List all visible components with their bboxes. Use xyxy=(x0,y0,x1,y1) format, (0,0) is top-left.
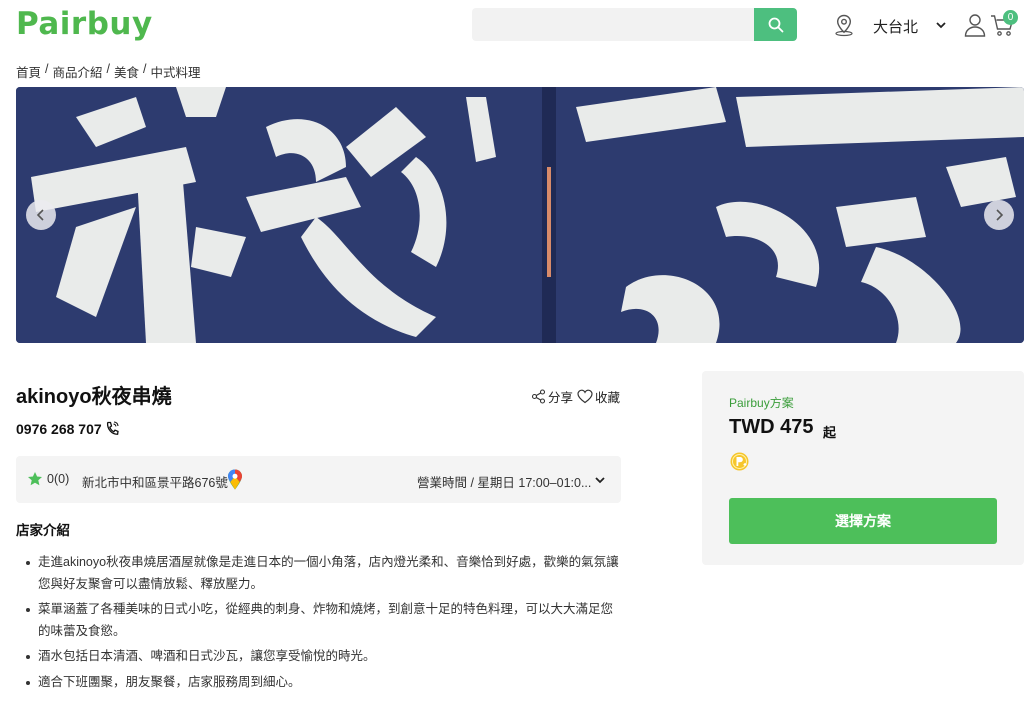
breadcrumb-separator: / xyxy=(106,62,110,76)
store-rating: 0(0) xyxy=(47,472,70,486)
search-input[interactable] xyxy=(472,8,755,41)
search-icon xyxy=(768,17,783,32)
chevron-right-icon xyxy=(996,209,1004,221)
breadcrumb-food[interactable]: 美食 xyxy=(114,62,139,81)
list-item: 菜單涵蓋了各種美味的日式小吃，從經典的刺身、炸物和燒烤，到創意十足的特色料理，可… xyxy=(16,599,624,642)
store-address[interactable]: 新北市中和區景平路676號 xyxy=(82,472,228,491)
map-pin-icon[interactable] xyxy=(227,469,243,490)
region-selector[interactable]: 大台北 xyxy=(873,16,918,37)
breadcrumb-chinese-cuisine[interactable]: 中式料理 xyxy=(151,62,201,81)
intro-title: 店家介紹 xyxy=(16,523,70,538)
store-phone[interactable]: 0976 268 707 xyxy=(16,421,119,437)
chevron-left-icon xyxy=(36,209,44,221)
phone-number: 0976 268 707 xyxy=(16,421,102,437)
breadcrumb: 首頁 / 商品介紹 / 美食 / 中式料理 xyxy=(16,62,201,81)
store-info-bar: 0(0) 新北市中和區景平路676號 營業時間 / 星期日 17:00–01:0… xyxy=(16,456,621,503)
chevron-down-icon[interactable] xyxy=(934,18,948,32)
favorite-button[interactable]: 收藏 xyxy=(577,387,620,406)
chevron-down-icon[interactable] xyxy=(593,473,607,487)
plan-card: Pairbuy方案 TWD 475 起 選擇方案 xyxy=(702,371,1024,565)
store-name: akinoyo秋夜串燒 xyxy=(16,386,172,408)
select-plan-button[interactable]: 選擇方案 xyxy=(729,498,997,544)
favorite-label: 收藏 xyxy=(595,391,621,405)
plan-price: TWD 475 xyxy=(729,416,814,438)
location-pin-icon[interactable] xyxy=(832,13,856,37)
list-item: 走進akinoyo秋夜串燒居酒屋就像是走進日本的一個小角落，店內燈光柔和、音樂恰… xyxy=(16,552,624,595)
carousel-next-button[interactable] xyxy=(984,200,1014,230)
carousel-prev-button[interactable] xyxy=(26,200,56,230)
share-icon xyxy=(531,389,546,404)
star-icon xyxy=(28,472,42,486)
store-hours: 營業時間 / 星期日 17:00–01:0... xyxy=(417,476,592,490)
header: Pairbuy 大台北 0 xyxy=(0,0,1024,52)
list-item: 酒水包括日本清酒、啤酒和日式沙瓦，讓您享受愉悅的時光。 xyxy=(16,646,624,668)
breadcrumb-products[interactable]: 商品介紹 xyxy=(53,62,103,81)
heart-icon xyxy=(577,389,593,404)
noren-curtain-photo xyxy=(16,87,1024,343)
phone-icon xyxy=(106,421,119,435)
plan-label: Pairbuy方案 xyxy=(729,396,794,410)
search-button[interactable] xyxy=(754,8,797,41)
share-button[interactable]: 分享 xyxy=(531,387,573,406)
share-label: 分享 xyxy=(548,391,574,405)
hero-image xyxy=(16,87,1024,343)
breadcrumb-separator: / xyxy=(45,62,49,76)
breadcrumb-separator: / xyxy=(143,62,147,76)
cart-count-badge: 0 xyxy=(1003,10,1018,25)
intro-list: 走進akinoyo秋夜串燒居酒屋就像是走進日本的一個小角落，店內燈光柔和、音樂恰… xyxy=(16,552,624,697)
points-icon xyxy=(730,452,749,471)
breadcrumb-home[interactable]: 首頁 xyxy=(16,62,41,81)
plan-price-suffix: 起 xyxy=(823,425,837,440)
list-item: 適合下班團聚，朋友聚餐，店家服務周到細心。 xyxy=(16,672,624,694)
user-icon[interactable] xyxy=(963,12,987,38)
pairbuy-logo[interactable]: Pairbuy xyxy=(16,6,153,42)
